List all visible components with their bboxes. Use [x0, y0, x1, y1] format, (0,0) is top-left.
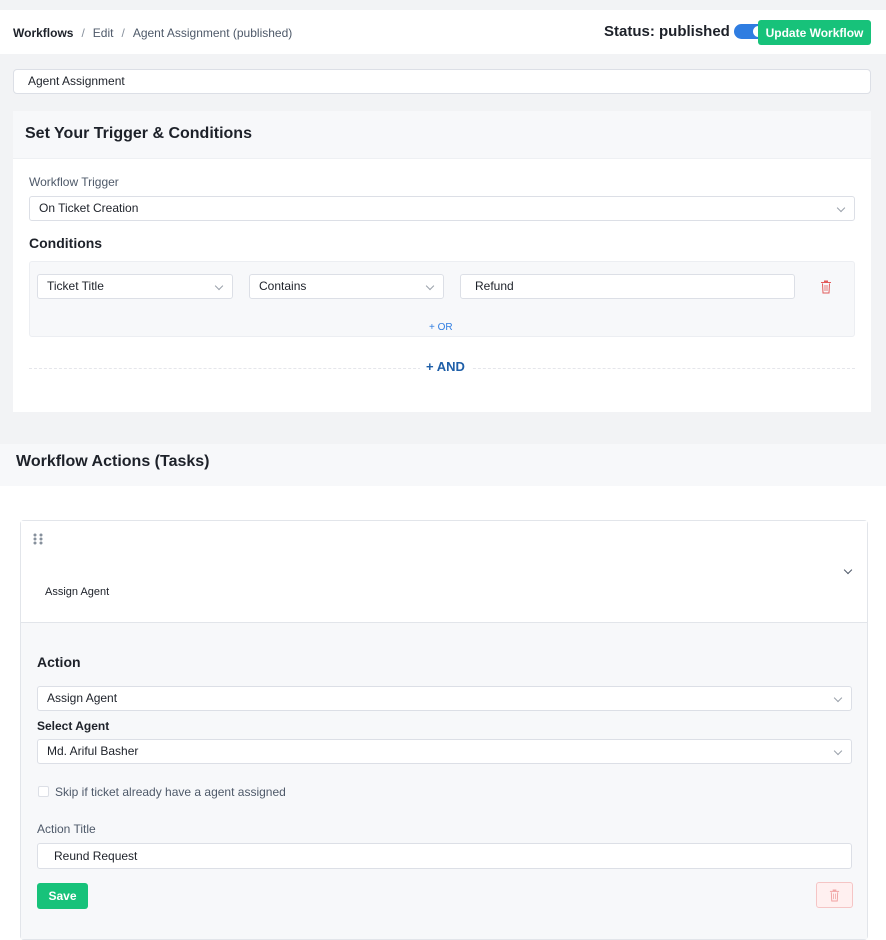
- top-bar: Workflows / Edit / Agent Assignment (pub…: [0, 10, 886, 54]
- condition-field-select[interactable]: Ticket Title: [37, 274, 233, 299]
- actions-heading: Workflow Actions (Tasks): [0, 444, 886, 486]
- chevron-down-icon: [833, 693, 843, 703]
- chevron-down-icon: [214, 281, 224, 291]
- condition-operator-select[interactable]: Contains: [249, 274, 444, 299]
- breadcrumb-workflows-link[interactable]: Workflows: [13, 26, 73, 40]
- workflow-name-input[interactable]: Agent Assignment: [13, 69, 871, 94]
- delete-task-button[interactable]: [816, 882, 853, 908]
- trash-icon: [829, 889, 840, 902]
- breadcrumb: Workflows / Edit / Agent Assignment (pub…: [13, 26, 292, 40]
- action-type-select[interactable]: Assign Agent: [37, 686, 852, 711]
- chevron-down-icon: [425, 281, 435, 291]
- drag-handle-icon[interactable]: [33, 533, 43, 545]
- action-title-input[interactable]: Reund Request: [37, 843, 852, 869]
- breadcrumb-separator: /: [121, 26, 125, 40]
- workflow-trigger-select[interactable]: On Ticket Creation: [29, 196, 855, 221]
- workflow-trigger-label: Workflow Trigger: [29, 175, 119, 189]
- task-card: Assign Agent Action Assign Agent Select …: [20, 520, 868, 940]
- trigger-card: Set Your Trigger & Conditions Workflow T…: [13, 111, 871, 412]
- agent-select[interactable]: Md. Ariful Basher: [37, 739, 852, 764]
- agent-value: Md. Ariful Basher: [47, 744, 139, 758]
- status-group: Status: published: [604, 23, 766, 40]
- breadcrumb-edit-link[interactable]: Edit: [93, 26, 114, 40]
- add-or-condition-button[interactable]: + OR: [429, 322, 453, 333]
- chevron-down-icon: [833, 746, 843, 756]
- condition-operator-value: Contains: [259, 279, 307, 293]
- chevron-down-icon[interactable]: [843, 565, 853, 575]
- condition-value-input[interactable]: Refund: [460, 274, 795, 299]
- task-header[interactable]: Assign Agent: [21, 521, 867, 623]
- breadcrumb-separator: /: [81, 26, 85, 40]
- action-title-label: Action Title: [37, 822, 96, 836]
- select-agent-label: Select Agent: [37, 719, 110, 733]
- task-title: Assign Agent: [45, 586, 110, 598]
- add-and-condition-button[interactable]: + AND: [420, 359, 471, 374]
- update-workflow-button[interactable]: Update Workflow: [758, 20, 871, 45]
- delete-condition-icon[interactable]: [820, 280, 832, 294]
- action-heading: Action: [37, 654, 81, 670]
- chevron-down-icon: [836, 203, 846, 213]
- status-label: Status: published: [604, 23, 730, 40]
- skip-assigned-checkbox[interactable]: [38, 786, 49, 797]
- trigger-card-heading: Set Your Trigger & Conditions: [13, 111, 871, 159]
- task-body: Action Assign Agent Select Agent Md. Ari…: [21, 623, 867, 939]
- workflow-trigger-value: On Ticket Creation: [39, 201, 139, 215]
- breadcrumb-current: Agent Assignment (published): [132, 26, 293, 40]
- skip-assigned-label[interactable]: Skip if ticket already have a agent assi…: [55, 785, 286, 799]
- conditions-heading: Conditions: [29, 235, 103, 251]
- condition-field-value: Ticket Title: [47, 279, 104, 293]
- save-task-button[interactable]: Save: [37, 883, 88, 909]
- action-type-value: Assign Agent: [47, 691, 118, 705]
